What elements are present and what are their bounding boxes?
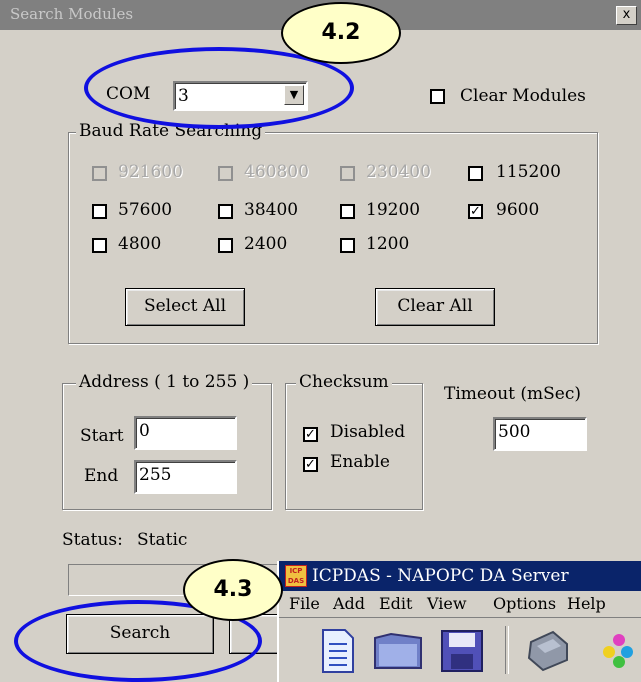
baud-4800-label: 4800 — [118, 234, 162, 254]
address-group-label: Address ( 1 to 255 ) — [76, 372, 253, 392]
timeout-label: Timeout (mSec) — [444, 384, 581, 404]
menu-help[interactable]: Help — [567, 594, 606, 613]
baud-9600-checkbox[interactable]: ✓ — [468, 204, 483, 219]
menu-edit[interactable]: Edit — [379, 594, 412, 613]
popup-menubar: File Add Edit View Options Help — [279, 591, 641, 617]
open-folder-icon[interactable] — [371, 628, 425, 678]
save-floppy-icon[interactable] — [439, 628, 485, 678]
checksum-group — [285, 383, 423, 510]
baud-230400-label: 230400 — [366, 162, 431, 182]
napopc-server-window: ICP DAS ICPDAS - NAPOPC DA Server File A… — [277, 561, 641, 682]
menu-options[interactable]: Options — [493, 594, 556, 613]
end-label: End — [84, 466, 119, 486]
baud-115200-label: 115200 — [496, 162, 561, 182]
checksum-disabled-radio[interactable]: ✓ — [303, 427, 318, 442]
new-document-icon[interactable] — [317, 628, 357, 678]
baud-921600-label: 921600 — [118, 162, 183, 182]
clear-modules-label: Clear Modules — [460, 86, 586, 106]
baud-115200-checkbox[interactable] — [468, 166, 483, 181]
device-module-icon[interactable] — [523, 628, 571, 678]
end-address-input[interactable]: 255 — [134, 460, 237, 494]
baud-9600-label: 9600 — [496, 200, 540, 220]
checksum-enabled-radio[interactable]: ✓ — [303, 457, 318, 472]
baud-1200-checkbox[interactable] — [340, 238, 355, 253]
status-label: Status: — [62, 530, 123, 550]
start-address-input[interactable]: 0 — [134, 416, 237, 450]
status-value: Static — [137, 530, 188, 550]
clear-all-button[interactable]: Clear All — [375, 288, 495, 326]
start-label: Start — [80, 426, 124, 446]
baud-19200-label: 19200 — [366, 200, 421, 220]
menu-add[interactable]: Add — [333, 594, 365, 613]
icpdas-app-icon: ICP DAS — [285, 565, 307, 587]
popup-title: ICPDAS - NAPOPC DA Server — [312, 566, 569, 586]
baud-57600-checkbox[interactable] — [92, 204, 107, 219]
checksum-group-label: Checksum — [296, 372, 392, 392]
step-4-3-badge: 4.3 — [183, 559, 283, 621]
menu-view[interactable]: View — [427, 594, 467, 613]
baud-460800-checkbox[interactable] — [218, 166, 233, 181]
tag-group-icon[interactable] — [597, 628, 641, 678]
baud-4800-checkbox[interactable] — [92, 238, 107, 253]
close-button[interactable]: x — [616, 6, 637, 25]
baud-230400-checkbox[interactable] — [340, 166, 355, 181]
checksum-disabled-label: Disabled — [330, 422, 406, 442]
menu-file[interactable]: File — [289, 594, 320, 613]
step-4-2-badge: 4.2 — [281, 2, 401, 64]
baud-38400-checkbox[interactable] — [218, 204, 233, 219]
select-all-button[interactable]: Select All — [125, 288, 245, 326]
baud-19200-checkbox[interactable] — [340, 204, 355, 219]
dialog-title: Search Modules — [10, 5, 134, 23]
baud-2400-checkbox[interactable] — [218, 238, 233, 253]
popup-titlebar[interactable]: ICP DAS ICPDAS - NAPOPC DA Server — [279, 561, 641, 591]
timeout-input[interactable]: 500 — [493, 417, 587, 451]
popup-toolbar — [279, 617, 641, 682]
toolbar-separator — [505, 626, 509, 674]
baud-2400-label: 2400 — [244, 234, 288, 254]
clear-modules-checkbox[interactable] — [430, 89, 445, 104]
baud-57600-label: 57600 — [118, 200, 173, 220]
checksum-enabled-label: Enable — [330, 452, 390, 472]
baud-1200-label: 1200 — [366, 234, 410, 254]
baud-921600-checkbox[interactable] — [92, 166, 107, 181]
baud-38400-label: 38400 — [244, 200, 299, 220]
baud-460800-label: 460800 — [244, 162, 309, 182]
